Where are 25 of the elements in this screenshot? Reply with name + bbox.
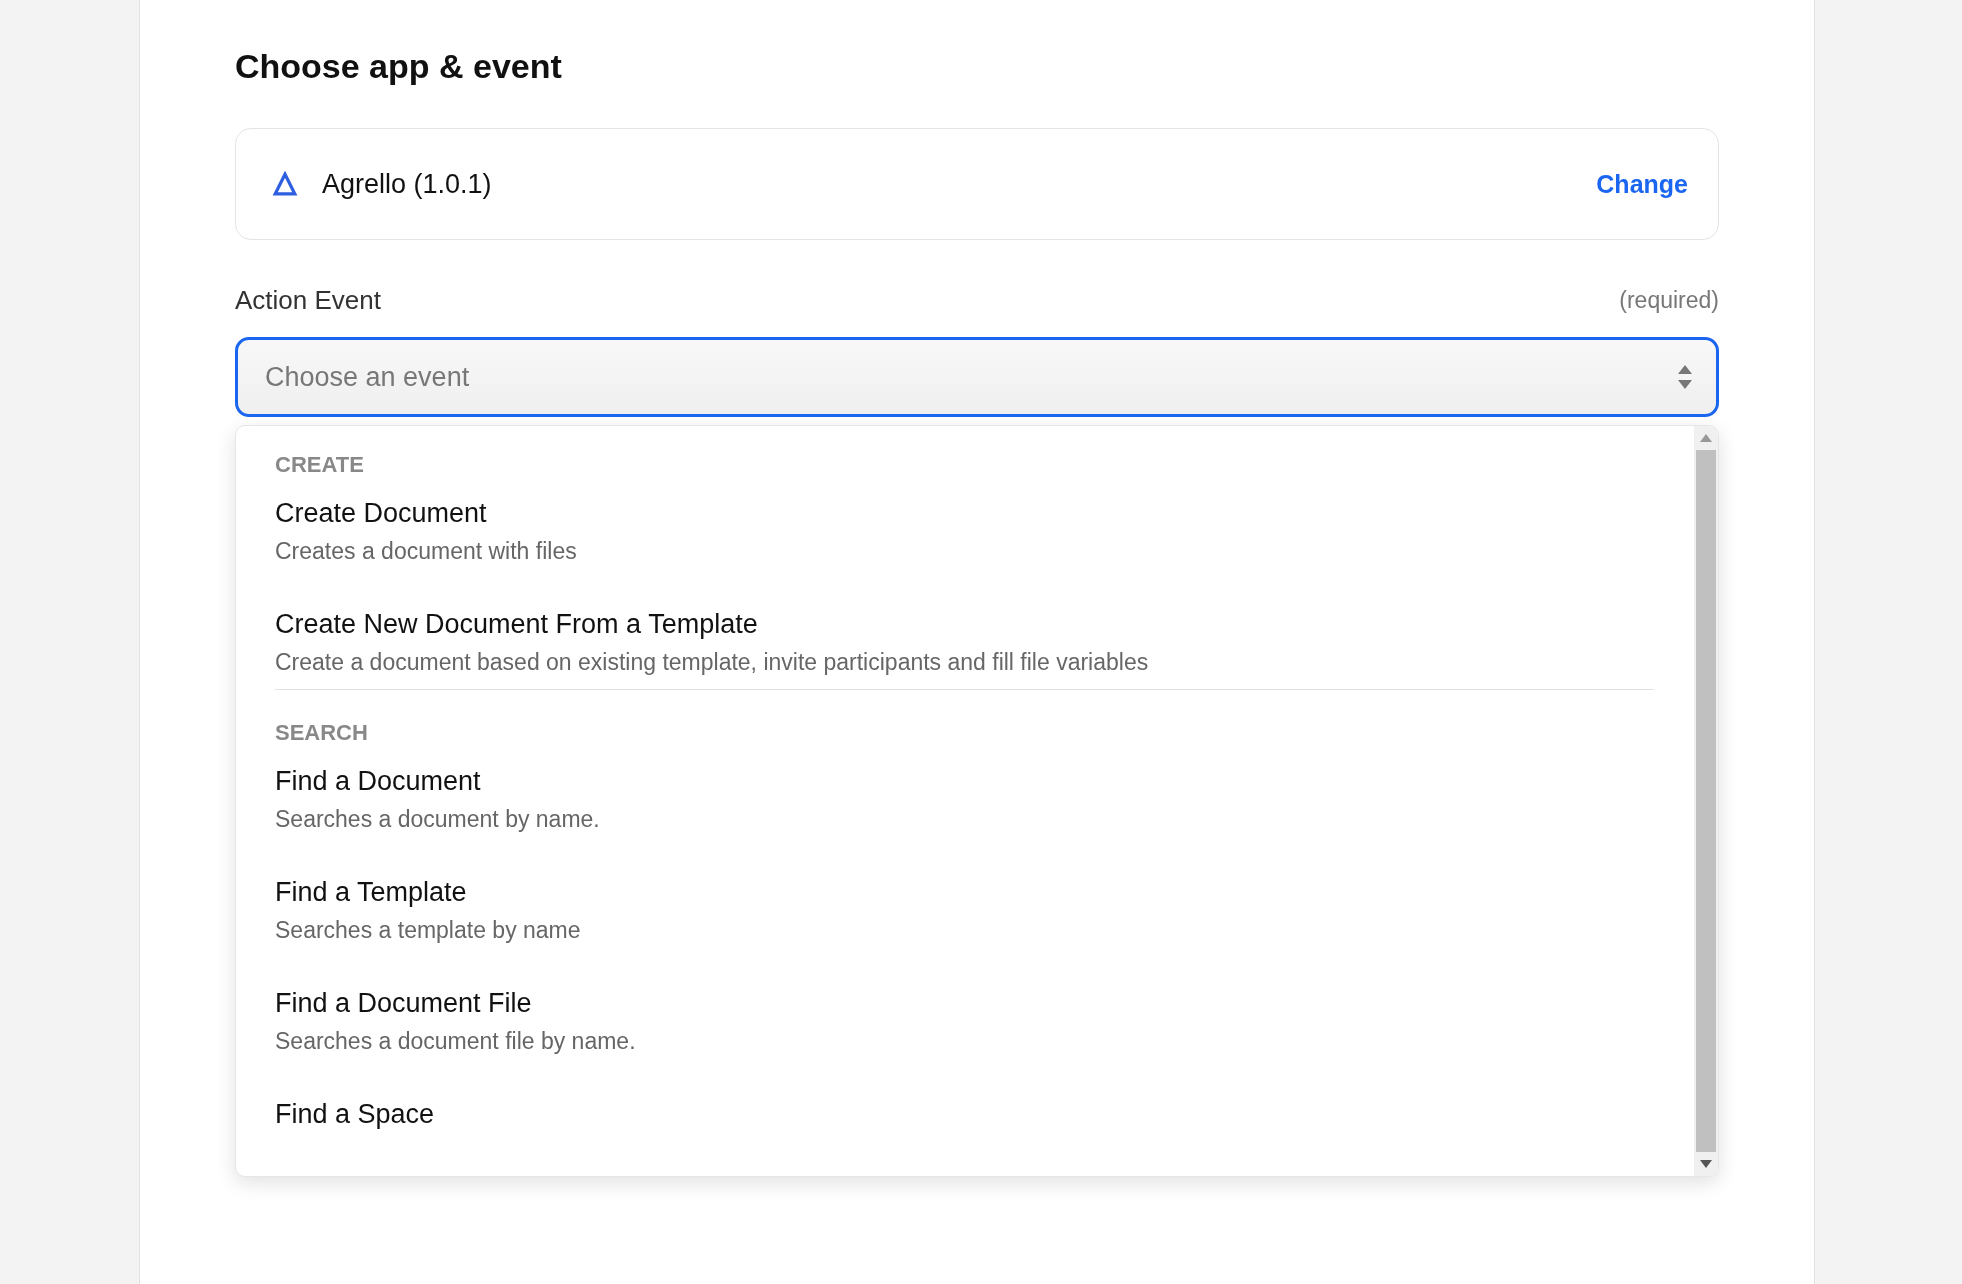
group-heading: CREATE (275, 451, 365, 479)
required-note: (required) (1619, 286, 1719, 314)
event-option[interactable]: Create New Document From a Template (275, 607, 1654, 641)
scroll-down-icon[interactable] (1700, 1160, 1712, 1168)
scroll-up-icon[interactable] (1700, 434, 1712, 442)
event-description: Creates a document with files (275, 537, 578, 566)
event-description: Searches a document file by name. (275, 1027, 637, 1056)
up-down-arrows-icon (1677, 364, 1693, 390)
field-label: Action Event (235, 284, 381, 316)
event-description: Searches a template by name (275, 916, 582, 945)
event-description: Create a document based on existing template, invite participants and fill file variables (275, 648, 1150, 677)
event-option[interactable]: Create Document (275, 496, 1654, 530)
event-option[interactable]: Find a Template (275, 875, 1654, 909)
event-description: Searches a document by name. (275, 805, 601, 834)
section-heading: Choose app & event (235, 46, 563, 87)
app-name: Agrello (1.0.1) (322, 168, 493, 200)
event-option[interactable]: Find a Document File (275, 986, 1654, 1020)
group-heading: SEARCH (275, 719, 369, 747)
event-option[interactable]: Find a Space (275, 1097, 1654, 1131)
event-select-field[interactable]: Choose an event (235, 337, 1719, 417)
scrollbar[interactable] (1694, 426, 1718, 1176)
event-option[interactable]: Find a Document (275, 764, 1654, 798)
triangle-logo-icon (272, 171, 298, 197)
scrollbar-thumb[interactable] (1696, 450, 1716, 1152)
change-link[interactable]: Change (1596, 169, 1688, 199)
